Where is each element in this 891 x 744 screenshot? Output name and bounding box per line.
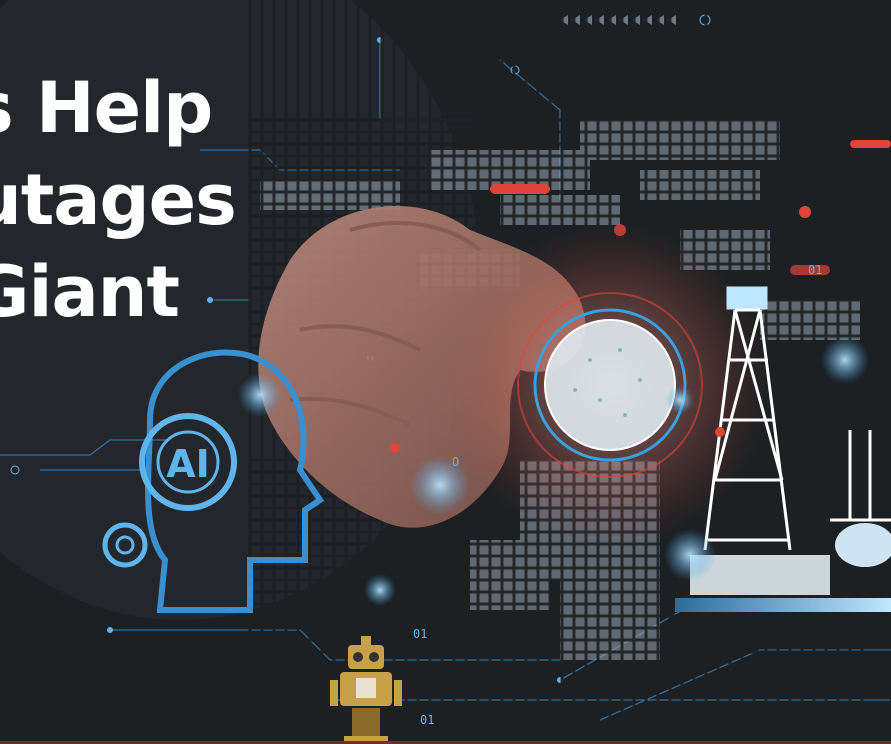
headline-line: utages (0, 159, 237, 241)
headline-line: s Help (0, 67, 213, 149)
ai-head-label: AI (166, 442, 210, 486)
headline-line: Giant (0, 251, 180, 333)
hud-label: O (452, 455, 459, 469)
hud-label: 01 (420, 713, 434, 727)
hero-image: AI 01 01 01 O Help tages iant (0, 0, 891, 744)
headline: s Help utages Giant (0, 62, 237, 338)
hud-label: 01 (413, 627, 427, 641)
hud-label: 01 (808, 263, 822, 277)
glowing-orb (450, 225, 770, 545)
